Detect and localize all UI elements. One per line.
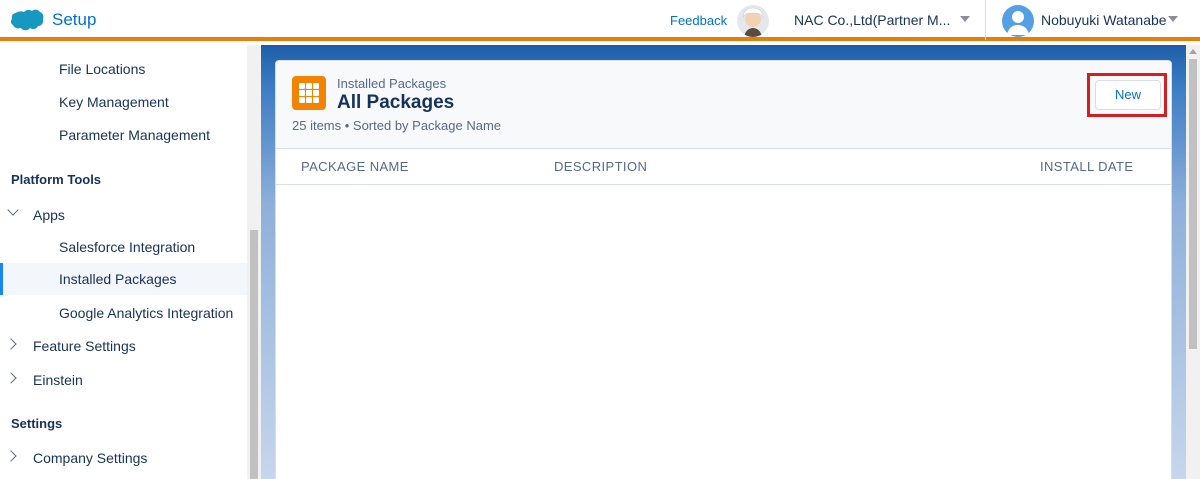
main-content: Installed Packages All Packages 25 items… bbox=[261, 45, 1186, 479]
new-button[interactable]: New bbox=[1095, 80, 1161, 110]
top-bar: Setup Feedback NAC Co.,Ltd(Partner M... … bbox=[0, 0, 1200, 41]
chevron-right-icon[interactable] bbox=[5, 450, 17, 462]
list-view-card: Installed Packages All Packages 25 items… bbox=[275, 60, 1172, 479]
setup-sidebar: File Locations Key Management Parameter … bbox=[0, 45, 247, 479]
feedback-link[interactable]: Feedback bbox=[670, 13, 727, 28]
chevron-down-icon[interactable] bbox=[960, 16, 970, 22]
page-scrollbar-thumb[interactable] bbox=[1189, 59, 1197, 349]
column-header-install-date[interactable]: INSTALL DATE bbox=[1040, 159, 1133, 174]
page-title: All Packages bbox=[337, 92, 455, 113]
sidebar-item-label: Installed Packages bbox=[59, 271, 177, 287]
list-view-header: Installed Packages All Packages 25 items… bbox=[276, 61, 1171, 149]
einstein-avatar-icon[interactable] bbox=[737, 5, 769, 37]
sidebar-item-feature-settings[interactable]: Feature Settings bbox=[0, 330, 247, 362]
sidebar-scrollbar[interactable] bbox=[247, 45, 261, 479]
sidebar-item-label: Company Settings bbox=[33, 450, 148, 466]
app-name[interactable]: Setup bbox=[52, 10, 96, 30]
chevron-right-icon[interactable] bbox=[5, 372, 17, 384]
sidebar-item-google-analytics-integration[interactable]: Google Analytics Integration bbox=[0, 297, 247, 329]
header-divider bbox=[985, 0, 986, 40]
sidebar-scrollbar-thumb[interactable] bbox=[250, 230, 258, 479]
sidebar-item-company-settings[interactable]: Company Settings bbox=[0, 442, 247, 474]
column-header-description[interactable]: DESCRIPTION bbox=[554, 159, 647, 174]
user-avatar-icon[interactable] bbox=[1002, 5, 1034, 37]
sidebar-item-label: File Locations bbox=[59, 61, 146, 77]
scroll-up-icon[interactable] bbox=[1189, 49, 1197, 54]
sidebar-item-label: Parameter Management bbox=[59, 127, 210, 143]
sidebar-item-label: Key Management bbox=[59, 94, 169, 110]
sidebar-item-label: Einstein bbox=[33, 372, 83, 388]
sidebar-item-apps[interactable]: Apps bbox=[0, 199, 247, 231]
sidebar-item-parameter-management[interactable]: Parameter Management bbox=[0, 119, 247, 151]
chevron-right-icon[interactable] bbox=[5, 338, 17, 350]
column-header-package-name[interactable]: PACKAGE NAME bbox=[301, 159, 409, 174]
sidebar-item-file-locations[interactable]: File Locations bbox=[0, 53, 247, 85]
list-meta: 25 items • Sorted by Package Name bbox=[292, 118, 502, 133]
sidebar-item-label: Google Analytics Integration bbox=[59, 305, 234, 321]
salesforce-cloud-icon[interactable] bbox=[10, 9, 44, 33]
sidebar-item-key-management[interactable]: Key Management bbox=[0, 86, 247, 118]
chevron-down-icon[interactable] bbox=[1168, 16, 1178, 22]
section-settings: Settings bbox=[11, 416, 63, 431]
page-scrollbar[interactable] bbox=[1186, 45, 1200, 479]
chevron-down-icon[interactable] bbox=[7, 204, 19, 216]
page-eyebrow: Installed Packages bbox=[337, 76, 447, 91]
sidebar-item-installed-packages[interactable]: Installed Packages bbox=[0, 263, 247, 295]
org-switcher[interactable]: NAC Co.,Ltd(Partner M... bbox=[794, 12, 950, 28]
app-grid-icon bbox=[292, 76, 326, 110]
sidebar-item-salesforce-integration[interactable]: Salesforce Integration bbox=[0, 231, 247, 263]
table-header-divider bbox=[276, 184, 1171, 185]
section-platform-tools: Platform Tools bbox=[11, 172, 102, 187]
sidebar-item-label: Apps bbox=[33, 207, 65, 223]
sidebar-item-label: Salesforce Integration bbox=[59, 239, 196, 255]
sidebar-item-label: Feature Settings bbox=[33, 338, 136, 354]
user-menu[interactable]: Nobuyuki Watanabe bbox=[1041, 12, 1167, 28]
sidebar-item-einstein[interactable]: Einstein bbox=[0, 364, 247, 396]
